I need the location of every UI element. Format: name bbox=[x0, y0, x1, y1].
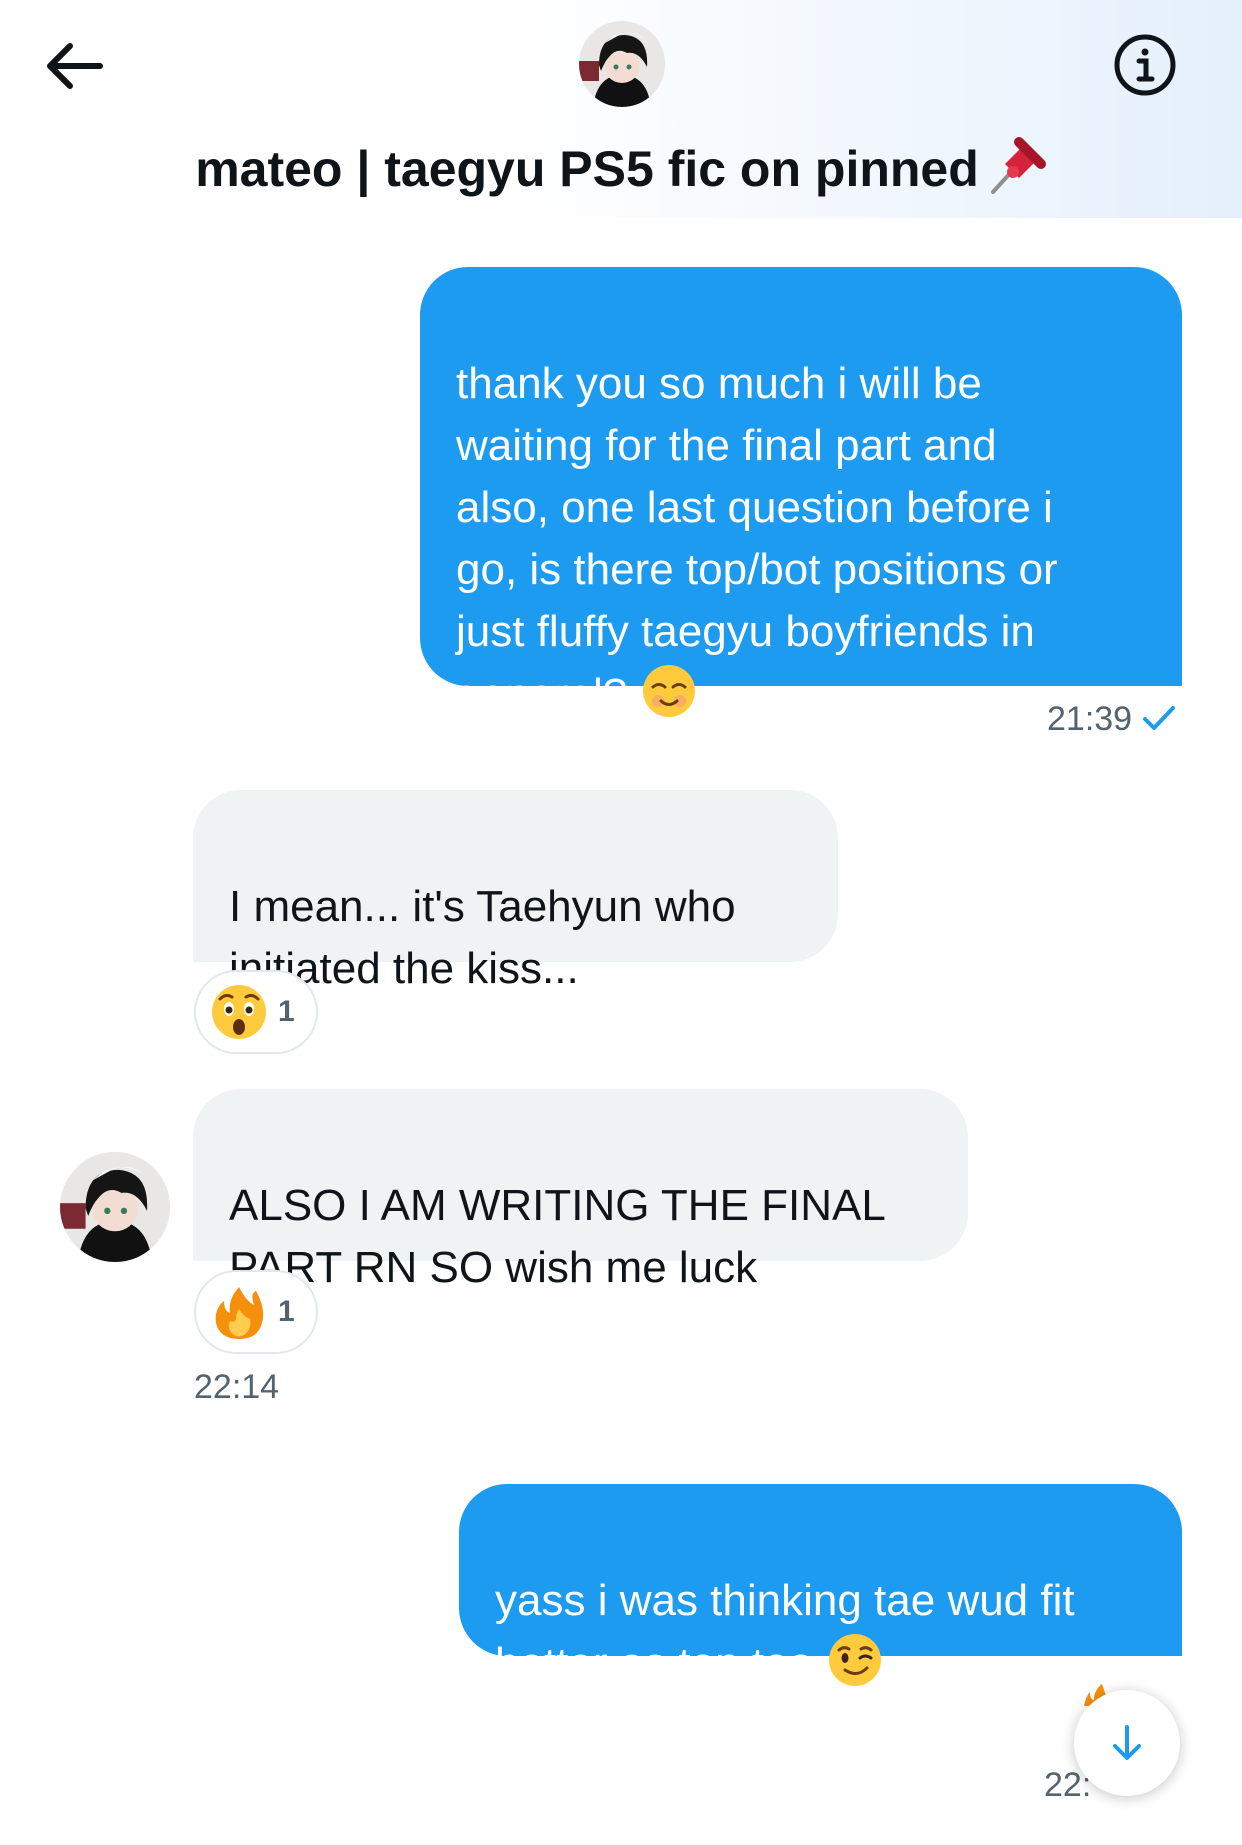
message-text: ALSO I AM WRITING THE FINAL PART RN SO w… bbox=[229, 1181, 886, 1292]
smiling-face-emoji-icon bbox=[643, 665, 696, 717]
avatar-image bbox=[60, 1152, 170, 1262]
timestamp-text: 21:39 bbox=[1047, 700, 1133, 738]
astonished-face-emoji-icon bbox=[212, 985, 266, 1039]
check-icon bbox=[1143, 706, 1176, 730]
conversation-title[interactable]: mateo | taegyu PS5 fic on pinned bbox=[0, 134, 1242, 198]
message-timestamp: 21:39 bbox=[1047, 700, 1176, 739]
incoming-message-bubble[interactable]: I mean... it's Taehyun who initiated the… bbox=[193, 790, 838, 993]
message-timestamp: 22:14 bbox=[194, 1368, 279, 1407]
pushpin-emoji-icon bbox=[990, 137, 1046, 194]
sender-avatar[interactable] bbox=[60, 1152, 170, 1262]
timestamp-text: 22:14 bbox=[194, 1368, 280, 1406]
info-circle-icon bbox=[1114, 34, 1176, 96]
message-text: I mean... it's Taehyun who initiated the… bbox=[229, 882, 736, 993]
reaction-count: 1 bbox=[278, 1295, 295, 1328]
winking-face-emoji-icon bbox=[829, 1634, 881, 1686]
header-avatar[interactable] bbox=[579, 21, 665, 107]
avatar-image bbox=[579, 21, 665, 107]
outgoing-message-bubble[interactable]: yass i was thinking tae wud fit better a… bbox=[459, 1484, 1182, 1688]
dm-conversation-screen: mateo | taegyu PS5 fic on pinned thank y… bbox=[0, 0, 1242, 1845]
message-text: yass i was thinking tae wud fit better a… bbox=[495, 1576, 1075, 1688]
message-reaction[interactable]: 1 bbox=[194, 970, 318, 1054]
conversation-info-button[interactable] bbox=[1112, 32, 1178, 98]
message-text: thank you so much i will be waiting for … bbox=[456, 359, 1058, 719]
back-button[interactable] bbox=[40, 38, 106, 94]
reaction-count: 1 bbox=[278, 995, 295, 1028]
fire-emoji-icon bbox=[215, 1287, 264, 1339]
scroll-to-bottom-button[interactable] bbox=[1074, 1690, 1180, 1796]
message-reaction[interactable]: 1 bbox=[194, 1270, 318, 1354]
conversation-title-text: mateo | taegyu PS5 fic on pinned bbox=[195, 141, 979, 197]
incoming-message-bubble[interactable]: ALSO I AM WRITING THE FINAL PART RN SO w… bbox=[193, 1089, 968, 1292]
arrow-left-icon bbox=[47, 43, 103, 89]
outgoing-message-bubble[interactable]: thank you so much i will be waiting for … bbox=[420, 267, 1182, 719]
arrow-down-icon bbox=[1113, 1725, 1141, 1760]
conversation-header: mateo | taegyu PS5 fic on pinned bbox=[0, 0, 1242, 218]
